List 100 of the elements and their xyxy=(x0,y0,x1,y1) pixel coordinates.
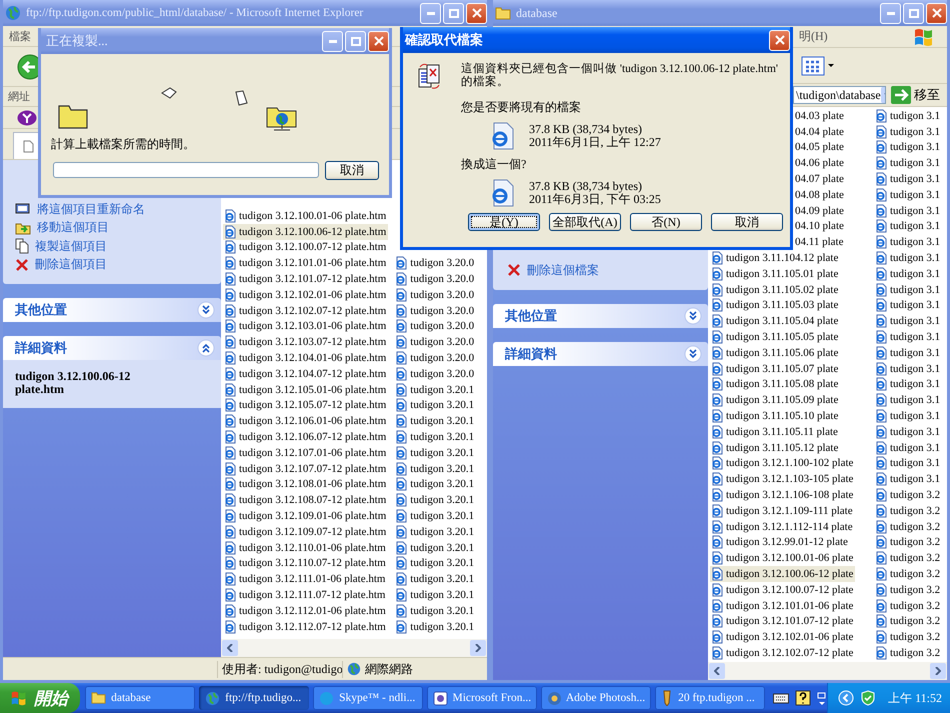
file-item[interactable]: tudigon 3.20.0 xyxy=(394,286,476,303)
file-item[interactable]: tudigon 3.2 xyxy=(874,629,942,646)
taskbar-button[interactable]: ftp://ftp.tudigo... xyxy=(199,686,310,710)
file-item[interactable]: tudigon 3.11.105.03 plate xyxy=(710,298,840,314)
file-item[interactable]: tudigon 3.12.103.07-12 plate.htm xyxy=(223,334,388,350)
file-item[interactable]: tudigon 3.1 xyxy=(874,282,942,298)
menu-item[interactable]: 明(H) xyxy=(793,28,834,45)
file-item[interactable]: tudigon 3.11.105.11 plate xyxy=(710,424,840,440)
file-item[interactable]: tudigon 3.12.99.01-12 plate xyxy=(710,534,850,550)
task-link[interactable]: 刪除這個項目 xyxy=(15,256,211,274)
file-item[interactable]: tudigon 3.12.105.01-06 plate.htm xyxy=(223,382,388,398)
file-item[interactable]: tudigon 3.20.1 xyxy=(394,524,476,540)
close-button[interactable] xyxy=(769,30,790,50)
address-field[interactable]: \tudigon\database xyxy=(793,86,886,104)
taskbar-button[interactable]: Adobe Photosh... xyxy=(541,686,652,710)
file-item[interactable]: tudigon 3.2 xyxy=(874,487,942,503)
file-item[interactable]: tudigon 3.1 xyxy=(874,250,942,266)
file-item[interactable]: tudigon 3.11.105.01 plate xyxy=(710,266,840,282)
file-item[interactable]: tudigon 3.20.0 xyxy=(394,334,476,350)
file-item[interactable]: tudigon 3.1 xyxy=(874,186,942,203)
file-item[interactable]: tudigon 3.20.1 xyxy=(394,398,476,414)
help-icon[interactable] xyxy=(795,690,812,706)
file-item[interactable]: 04.08 plate xyxy=(795,186,846,203)
file-item[interactable]: tudigon 3.12.106.01-06 plate.htm xyxy=(223,413,388,430)
panel-header[interactable]: 詳細資料 xyxy=(3,336,221,360)
panel-header[interactable]: 其他位置 xyxy=(493,304,708,328)
file-item[interactable]: tudigon 3.1 xyxy=(874,140,942,156)
file-item[interactable]: tudigon 3.12.107.01-06 plate.htm xyxy=(223,444,388,461)
file-item[interactable]: tudigon 3.2 xyxy=(874,550,942,566)
file-item[interactable]: tudigon 3.1 xyxy=(874,329,942,345)
file-item[interactable]: tudigon 3.12.102.07-12 plate xyxy=(710,645,856,661)
taskbar-button[interactable]: 20 ftp.tudigon ... xyxy=(655,686,766,710)
close-button[interactable] xyxy=(926,2,947,24)
file-item[interactable]: tudigon 3.20.1 xyxy=(394,556,476,572)
file-item[interactable]: tudigon 3.12.1.106-108 plate xyxy=(710,487,856,503)
file-item[interactable]: tudigon 3.12.105.07-12 plate.htm xyxy=(223,398,388,414)
file-item[interactable]: tudigon 3.1 xyxy=(874,171,942,187)
file-item[interactable]: tudigon 3.11.105.08 plate xyxy=(710,376,840,392)
file-item[interactable]: tudigon 3.12.102.01-06 plate.htm xyxy=(223,286,388,303)
panel-header[interactable]: 其他位置 xyxy=(3,298,221,322)
file-item[interactable]: tudigon 3.11.105.05 plate xyxy=(710,329,840,345)
file-item[interactable]: tudigon 3.12.106.07-12 plate.htm xyxy=(223,429,388,445)
file-item[interactable]: tudigon 3.20.1 xyxy=(394,382,476,398)
panel-header[interactable]: 詳細資料 xyxy=(493,342,708,366)
keyboard-icon[interactable] xyxy=(773,692,790,704)
file-item[interactable]: tudigon 3.12.109.07-12 plate.htm xyxy=(223,524,388,540)
chevron-left-icon[interactable] xyxy=(838,690,854,706)
chevron-down-icon[interactable] xyxy=(197,301,215,319)
horizontal-scrollbar[interactable] xyxy=(221,639,487,657)
task-link[interactable]: 複製這個項目 xyxy=(15,237,211,256)
file-item[interactable]: tudigon 3.12.102.01-06 plate xyxy=(710,629,856,646)
file-item[interactable]: tudigon 3.12.100.01-06 plate.htm xyxy=(223,208,388,224)
file-item[interactable]: tudigon 3.1 xyxy=(874,108,942,124)
file-item[interactable]: 04.03 plate xyxy=(795,108,846,124)
minimize-button[interactable] xyxy=(420,2,441,24)
minimize-button[interactable] xyxy=(880,2,901,24)
menu-item[interactable]: 檔案 xyxy=(3,28,37,44)
file-item[interactable]: tudigon 3.12.110.01-06 plate.htm xyxy=(223,540,388,556)
file-item[interactable]: tudigon 3.12.101.01-06 plate xyxy=(710,598,856,614)
dialog-button[interactable]: 全部取代(A) xyxy=(549,213,621,232)
task-link[interactable]: 移動這個項目 xyxy=(15,218,211,237)
file-item[interactable]: tudigon 3.20.0 xyxy=(394,271,476,287)
file-item[interactable]: tudigon 3.12.109.01-06 plate.htm xyxy=(223,508,388,524)
file-item[interactable]: tudigon 3.1 xyxy=(874,471,942,488)
file-item[interactable]: tudigon 3.20.1 xyxy=(394,587,476,603)
file-item[interactable]: 04.06 plate xyxy=(795,155,846,172)
file-item[interactable]: tudigon 3.1 xyxy=(874,456,942,472)
horizontal-scrollbar[interactable] xyxy=(708,662,947,680)
file-item[interactable]: tudigon 3.1 xyxy=(874,408,942,424)
file-item[interactable]: 04.04 plate xyxy=(795,124,846,140)
file-item[interactable]: tudigon 3.20.1 xyxy=(394,476,476,492)
restore-icon[interactable] xyxy=(817,690,828,706)
file-item[interactable]: tudigon 3.11.105.07 plate xyxy=(710,360,840,377)
file-item[interactable]: tudigon 3.1 xyxy=(874,202,942,219)
file-item[interactable]: tudigon 3.12.100.01-06 plate xyxy=(710,550,856,566)
file-item[interactable]: tudigon 3.12.104.01-06 plate.htm xyxy=(223,350,388,366)
file-item[interactable]: tudigon 3.12.1.103-105 plate xyxy=(710,471,856,488)
go-button[interactable]: 移至 xyxy=(891,86,940,104)
chevron-up-icon[interactable] xyxy=(197,339,215,357)
file-item[interactable]: tudigon 3.1 xyxy=(874,344,942,361)
file-item[interactable]: tudigon 3.12.101.07-12 plate xyxy=(710,614,856,630)
file-item[interactable]: tudigon 3.12.111.07-12 plate.htm xyxy=(223,587,388,603)
file-item[interactable]: tudigon 3.2 xyxy=(874,582,942,598)
file-item[interactable]: tudigon 3.12.112.01-06 plate.htm xyxy=(223,602,388,619)
task-link[interactable]: 將這個項目重新命名 xyxy=(15,200,211,218)
file-item[interactable]: tudigon 3.1 xyxy=(874,313,942,330)
file-item[interactable]: tudigon 3.20.1 xyxy=(394,444,476,461)
file-item[interactable]: tudigon 3.11.105.04 plate xyxy=(710,313,840,330)
file-item[interactable]: tudigon 3.11.104.12 plate xyxy=(710,250,840,266)
taskbar-button[interactable]: Skype™ - ndli... xyxy=(313,686,424,710)
file-item[interactable]: tudigon 3.12.100.07-12 plate xyxy=(710,582,856,598)
file-item[interactable]: 04.07 plate xyxy=(795,171,846,187)
taskbar-button[interactable]: Microsoft Fron... xyxy=(427,686,538,710)
file-item[interactable]: tudigon 3.20.1 xyxy=(394,540,476,556)
file-item[interactable]: tudigon 3.12.111.01-06 plate.htm xyxy=(223,571,388,588)
file-item[interactable]: tudigon 3.2 xyxy=(874,614,942,630)
file-item[interactable]: tudigon 3.12.101.01-06 plate.htm xyxy=(223,255,388,272)
file-item[interactable]: tudigon 3.20.0 xyxy=(394,318,476,334)
file-item[interactable]: tudigon 3.12.101.07-12 plate.htm xyxy=(223,271,388,287)
file-item[interactable]: tudigon 3.12.100.06-12 plate xyxy=(710,566,856,582)
